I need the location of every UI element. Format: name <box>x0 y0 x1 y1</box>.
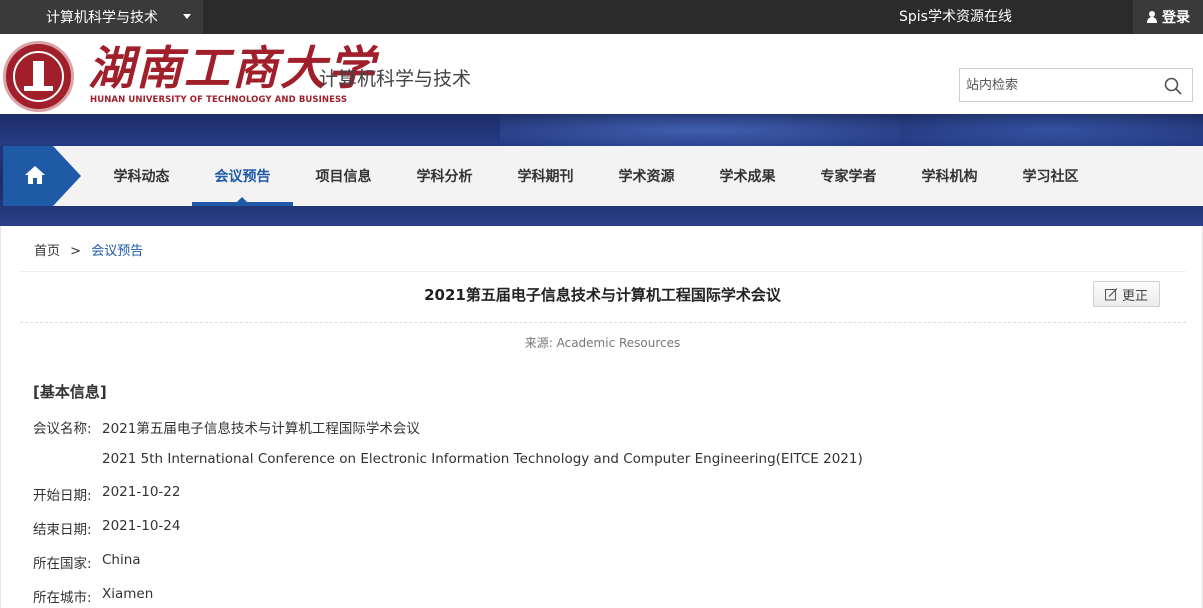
top-bar: 计算机科学与技术 Spis学术资源在线 登录 <box>0 0 1203 34</box>
university-seal-logo[interactable] <box>3 41 74 112</box>
discipline-dropdown[interactable]: 计算机科学与技术 <box>0 0 203 34</box>
search-icon[interactable] <box>1164 77 1182 95</box>
conference-name-row: 会议名称: 2021第五届电子信息技术与计算机工程国际学术会议 <box>33 417 420 437</box>
divider-dashed <box>20 322 1186 323</box>
nav-item[interactable]: 学科机构 <box>899 146 1000 206</box>
nav-item[interactable]: 学科动态 <box>91 146 192 206</box>
breadcrumb-home-link[interactable]: 首页 <box>34 244 60 259</box>
site-name: Spis学术资源在线 <box>899 9 1012 25</box>
main-nav: 学科动态 会议预告 项目信息 学科分析 学科期刊 学术资源 学术成果 专家学者 学科机构 学习社区 <box>3 146 1203 206</box>
discipline-dropdown-label: 计算机科学与技术 <box>46 10 158 26</box>
nav-item[interactable]: 项目信息 <box>293 146 394 206</box>
article-title: 2021第五届电子信息技术与计算机工程国际学术会议 <box>424 286 781 304</box>
login-button[interactable]: 登录 <box>1133 0 1203 34</box>
edit-icon <box>1104 287 1118 300</box>
country-label: 所在国家: <box>33 556 92 572</box>
correct-button[interactable]: 更正 <box>1093 281 1160 307</box>
start-date-value: 2021-10-22 <box>102 484 181 500</box>
end-date-row: 结束日期: 2021-10-24 <box>33 518 180 538</box>
nav-item[interactable]: 会议预告 <box>192 146 293 206</box>
nav-item[interactable]: 专家学者 <box>798 146 899 206</box>
end-date-value: 2021-10-24 <box>102 518 181 534</box>
article-panel: 首页 > 会议预告 2021第五届电子信息技术与计算机工程国际学术会议 更正 来… <box>0 226 1203 608</box>
breadcrumb: 首页 > 会议预告 <box>34 240 143 259</box>
article-source: 来源: Academic Resources <box>524 336 681 350</box>
city-value: Xiamen <box>102 586 154 602</box>
basic-info-heading: [基本信息] <box>33 383 107 401</box>
conference-name-en-row: 2021 5th International Conference on Ele… <box>33 451 863 467</box>
home-icon <box>25 166 45 184</box>
start-date-row: 开始日期: 2021-10-22 <box>33 484 180 504</box>
conference-name-en: 2021 5th International Conference on Ele… <box>102 451 863 467</box>
user-icon <box>1146 11 1158 23</box>
search-input[interactable] <box>960 69 1150 101</box>
conference-name-label: 会议名称: <box>33 421 92 437</box>
breadcrumb-current-link[interactable]: 会议预告 <box>91 244 143 259</box>
site-search <box>959 68 1193 102</box>
city-row: 所在城市: Xiamen <box>33 586 153 606</box>
nav-item[interactable]: 学科期刊 <box>495 146 596 206</box>
country-row: 所在国家: China <box>33 552 141 572</box>
correct-label: 更正 <box>1121 288 1148 304</box>
nav-item[interactable]: 学术资源 <box>596 146 697 206</box>
start-date-label: 开始日期: <box>33 488 92 504</box>
home-button[interactable] <box>3 146 81 206</box>
conference-name-cn: 2021第五届电子信息技术与计算机工程国际学术会议 <box>102 421 420 437</box>
divider <box>20 271 1186 272</box>
breadcrumb-separator: > <box>70 244 82 259</box>
city-label: 所在城市: <box>33 590 92 606</box>
site-header: 湖南工商大学 HUNAN UNIVERSITY OF TECHNOLOGY AN… <box>0 34 1203 114</box>
nav-item[interactable]: 学科分析 <box>394 146 495 206</box>
nav-item[interactable]: 学术成果 <box>697 146 798 206</box>
nav-item[interactable]: 学习社区 <box>1000 146 1101 206</box>
chevron-down-icon <box>183 14 191 19</box>
university-name-en: HUNAN UNIVERSITY OF TECHNOLOGY AND BUSIN… <box>90 95 348 105</box>
nav-items: 学科动态 会议预告 项目信息 学科分析 学科期刊 学术资源 学术成果 专家学者 学科机构 学习社区 <box>91 146 1101 206</box>
department-title: 计算机科学与技术 <box>319 68 472 90</box>
login-label: 登录 <box>1162 10 1190 26</box>
country-value: China <box>102 552 141 568</box>
end-date-label: 结束日期: <box>33 522 92 538</box>
